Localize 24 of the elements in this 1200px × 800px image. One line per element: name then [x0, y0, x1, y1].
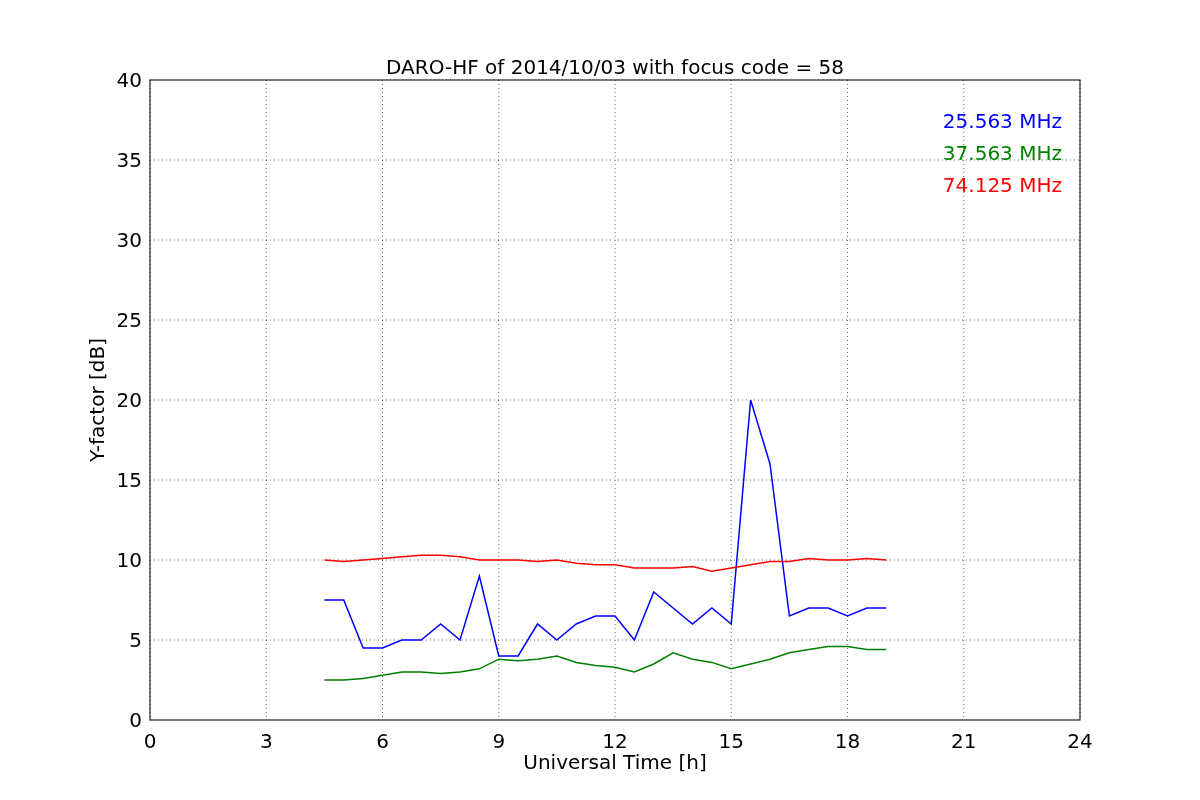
y-tick-label: 35: [116, 148, 142, 172]
y-tick-label: 5: [129, 628, 142, 652]
y-axis-label: Y-factor [dB]: [85, 338, 109, 462]
x-tick-label: 6: [376, 729, 389, 753]
y-tick-label: 10: [116, 548, 142, 572]
x-tick-label: 3: [259, 729, 273, 753]
x-tick-label: 9: [492, 729, 506, 753]
chart-title: DARO-HF of 2014/10/03 with focus code = 58: [386, 55, 844, 79]
x-tick-label: 12: [602, 729, 628, 753]
x-tick-label: 21: [951, 729, 977, 753]
x-tick-label: 15: [718, 729, 744, 753]
legend-label: 74.125 MHz: [942, 173, 1062, 197]
y-tick-label: 0: [129, 708, 142, 732]
x-tick-label: 18: [834, 729, 861, 753]
y-tick-label: 20: [116, 388, 142, 412]
y-tick-label: 30: [116, 228, 142, 252]
legend-label: 37.563 MHz: [942, 141, 1062, 165]
y-tick-label: 40: [116, 68, 142, 92]
x-axis-label: Universal Time [h]: [523, 750, 707, 774]
x-tick-label: 0: [143, 729, 157, 753]
legend-label: 25.563 MHz: [942, 109, 1062, 133]
y-tick-label: 25: [116, 308, 142, 332]
y-tick-label: 15: [116, 468, 142, 492]
x-tick-label: 24: [1067, 729, 1093, 753]
